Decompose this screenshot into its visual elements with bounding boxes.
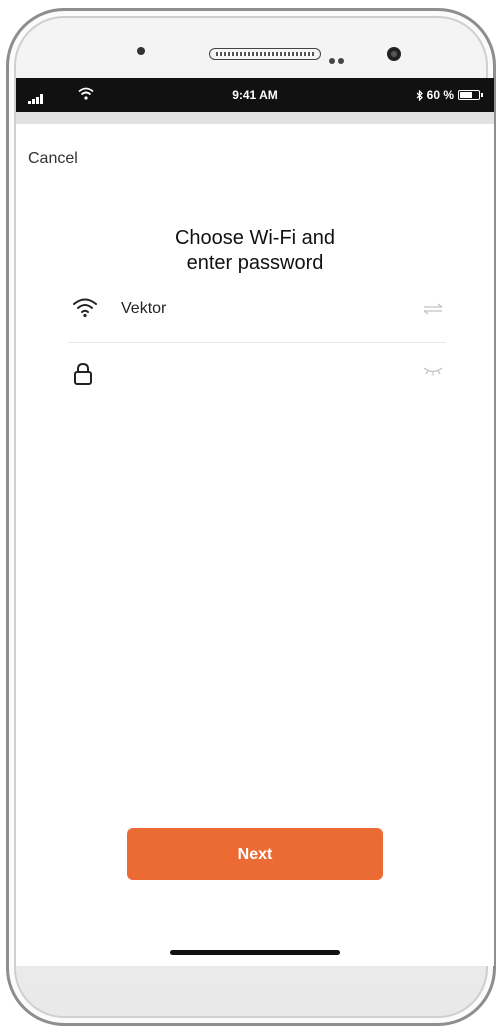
page-title: Choose Wi-Fi and enter password — [16, 226, 494, 276]
screen: 9:41 AM 60 % Cancel Choose Wi-Fi and ent… — [16, 78, 494, 966]
page-title-line-1: Choose Wi-Fi and — [174, 227, 336, 249]
password-input[interactable] — [121, 358, 405, 390]
wifi-network-row[interactable]: Vektor — [68, 290, 446, 343]
battery-percent: 60 % — [426, 88, 454, 102]
lock-icon — [72, 362, 94, 391]
earpiece-speaker — [209, 48, 321, 60]
page-title-line-2: enter password — [186, 252, 324, 274]
bluetooth-icon — [416, 89, 423, 101]
sensor-dot — [137, 47, 145, 55]
front-camera — [387, 47, 401, 61]
header-band — [16, 112, 494, 124]
cancel-button[interactable]: Cancel — [28, 150, 78, 168]
wifi-ssid: Vektor — [121, 300, 167, 317]
eye-closed-icon[interactable] — [422, 364, 444, 382]
status-bar: 9:41 AM 60 % — [16, 78, 494, 112]
sensor-dots — [329, 51, 347, 69]
home-indicator[interactable] — [170, 950, 340, 955]
next-button[interactable]: Next — [127, 828, 383, 880]
status-right: 60 % — [416, 88, 483, 102]
password-row — [68, 356, 446, 396]
swap-arrows-icon[interactable] — [422, 302, 444, 320]
wifi-icon — [72, 296, 98, 323]
battery-icon — [458, 90, 483, 100]
